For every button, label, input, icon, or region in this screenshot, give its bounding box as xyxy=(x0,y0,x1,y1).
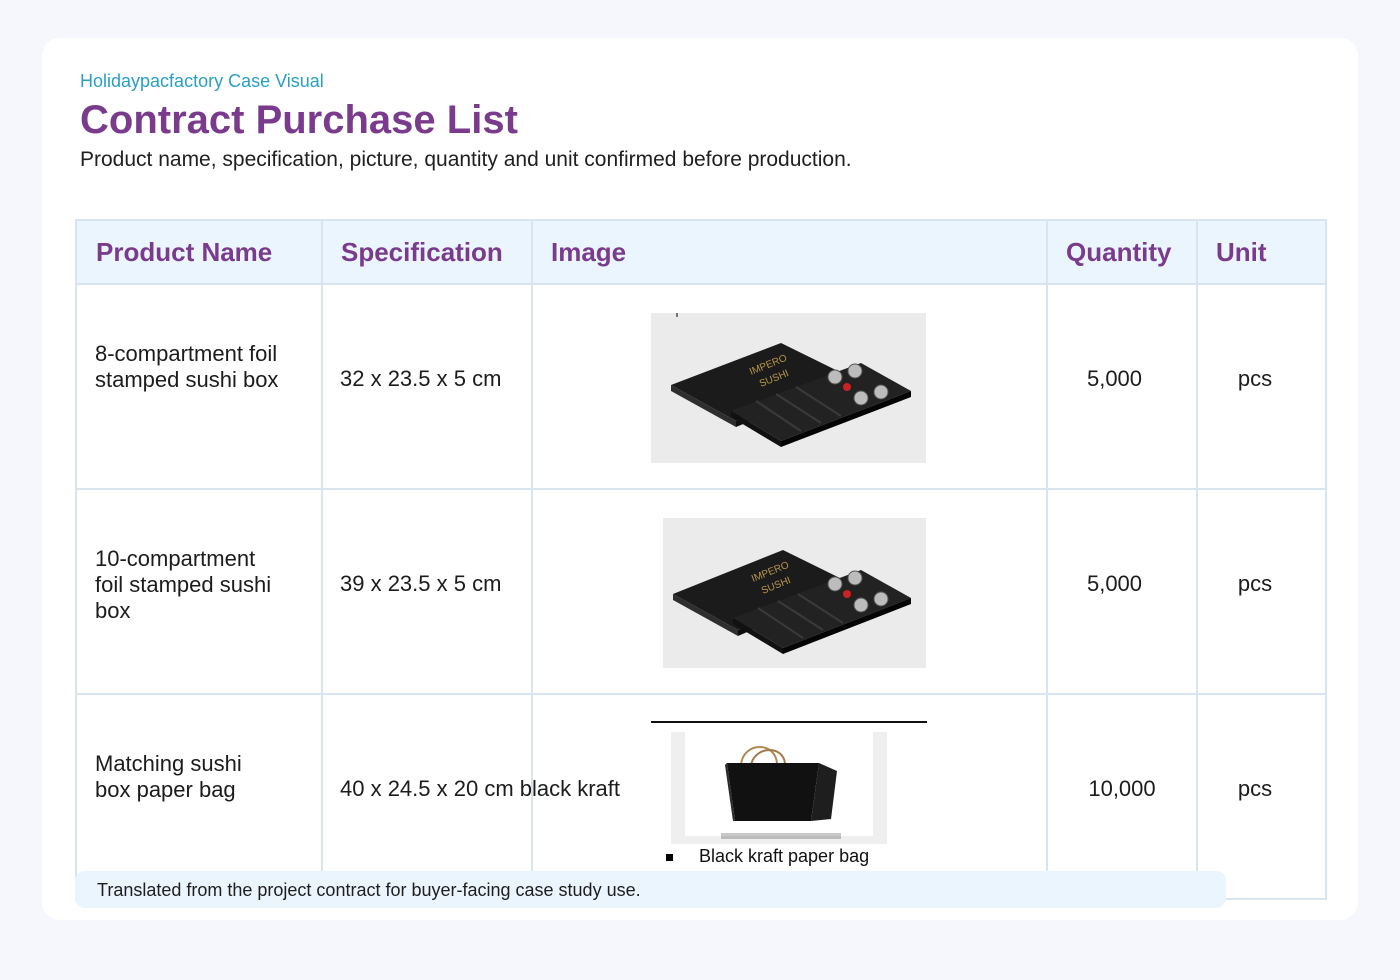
column-header-quantity: Quantity xyxy=(1066,237,1172,267)
paper-bag-caption: Black kraft paper bag xyxy=(666,846,869,867)
product-name-cell: 8-compartment foil stamped sushi box xyxy=(95,341,305,393)
bullet-icon xyxy=(666,853,673,861)
purchase-table: Product Name Specification Image Quantit… xyxy=(75,219,1327,900)
paper-bag-image xyxy=(651,721,927,851)
footer-note-text: Translated from the project contract for… xyxy=(97,880,641,900)
column-divider xyxy=(1046,221,1048,898)
unit-cell: pcs xyxy=(1237,366,1273,391)
row-divider xyxy=(77,693,1325,695)
column-header-unit: Unit xyxy=(1216,237,1267,267)
footer-note: Translated from the project contract for… xyxy=(75,871,1226,908)
unit-cell: pcs xyxy=(1237,571,1273,596)
product-name-line: 10-compartment xyxy=(95,546,256,571)
product-name-line: 8-compartment foil xyxy=(95,341,278,366)
page-title: Contract Purchase List xyxy=(80,98,518,142)
product-name-line: box xyxy=(95,598,131,623)
column-header-product-name: Product Name xyxy=(96,237,273,267)
column-header-specification: Specification xyxy=(341,237,503,267)
product-name-line: stamped sushi box xyxy=(95,367,279,392)
product-name-cell: Matching sushi box paper bag xyxy=(95,751,305,803)
sushi-box-image: IMPERO SUSHI xyxy=(651,313,926,468)
unit-cell: pcs xyxy=(1237,776,1273,801)
quantity-cell: 10,000 xyxy=(1088,776,1156,801)
specification-cell: 40 x 24.5 x 20 cm black kraft xyxy=(340,776,621,801)
column-header-image: Image xyxy=(551,237,627,267)
product-name-line: Matching sushi xyxy=(95,751,242,776)
specification-cell: 32 x 23.5 x 5 cm xyxy=(340,366,502,391)
caption-text: Black kraft paper bag xyxy=(699,846,870,866)
sushi-box-image: IMPERO SUSHI xyxy=(663,518,926,673)
quantity-cell: 5,000 xyxy=(1086,366,1143,391)
brand-eyebrow: Holidaypacfactory Case Visual xyxy=(80,71,324,91)
specification-cell: 39 x 23.5 x 5 cm xyxy=(340,571,502,596)
page-subtitle: Product name, specification, picture, qu… xyxy=(80,148,852,171)
row-divider xyxy=(77,488,1325,490)
table-header-row: Product Name Specification Image Quantit… xyxy=(77,221,1325,285)
product-name-line: foil stamped sushi xyxy=(95,572,272,597)
product-name-line: box paper bag xyxy=(95,777,236,802)
quantity-cell: 5,000 xyxy=(1086,571,1143,596)
product-name-cell: 10-compartment foil stamped sushi box xyxy=(95,546,305,624)
column-divider xyxy=(321,221,323,898)
